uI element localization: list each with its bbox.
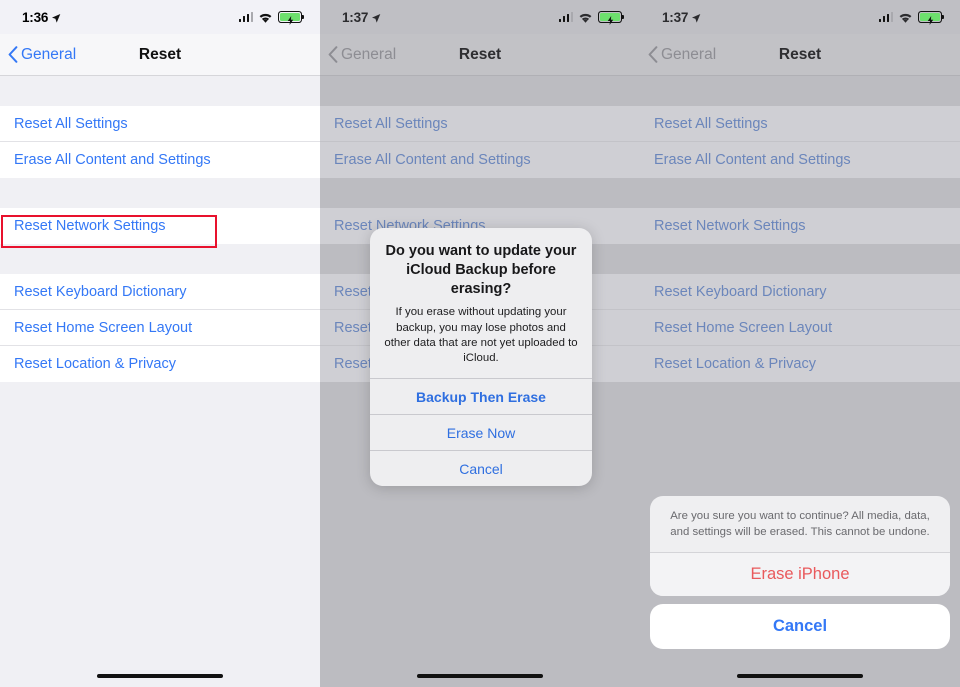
wifi-icon xyxy=(258,12,273,23)
cancel-button[interactable]: Cancel xyxy=(650,604,950,650)
alert-body: Do you want to update your iCloud Backup… xyxy=(370,228,592,378)
chevron-left-icon xyxy=(648,46,658,63)
list-item[interactable]: Reset Network Settings xyxy=(0,208,320,244)
erase-now-button[interactable]: Erase Now xyxy=(370,414,592,450)
list-item[interactable]: Reset Keyboard Dictionary xyxy=(0,274,320,310)
status-bar: 1:36 xyxy=(0,0,320,34)
status-bar-right xyxy=(238,11,305,25)
alert-message: If you erase without updating your backu… xyxy=(384,306,578,364)
cancel-button[interactable]: Cancel xyxy=(370,450,592,486)
status-bar-right xyxy=(878,11,945,25)
status-bar-left: 1:37 xyxy=(662,10,701,25)
settings-content: Reset All Settings Erase All Content and… xyxy=(0,76,320,687)
status-bar-clock: 1:37 xyxy=(662,9,689,25)
back-button-general[interactable]: General xyxy=(640,46,716,64)
backup-then-erase-button[interactable]: Backup Then Erase xyxy=(370,378,592,414)
group-spacer-top xyxy=(640,76,960,106)
location-arrow-icon xyxy=(51,12,61,23)
battery-charging-icon xyxy=(918,11,945,25)
list-item[interactable]: Reset All Settings xyxy=(640,106,960,142)
back-button-label: General xyxy=(661,45,717,63)
chevron-left-icon xyxy=(8,46,18,63)
action-sheet-message: Are you sure you want to continue? All m… xyxy=(670,510,930,538)
settings-group-2: Reset Network Settings xyxy=(0,208,320,244)
content-background xyxy=(0,382,320,687)
three-panel-screenshot-strip: 1:36 General Reset Reset All Settings Er… xyxy=(0,0,960,687)
back-button-general[interactable]: General xyxy=(0,46,76,64)
settings-group-1: Reset All Settings Erase All Content and… xyxy=(640,106,960,178)
list-item[interactable]: Reset Home Screen Layout xyxy=(640,310,960,346)
icloud-backup-alert-dialog: Do you want to update your iCloud Backup… xyxy=(370,228,592,486)
alert-title: Do you want to update your iCloud Backup… xyxy=(385,243,577,298)
back-button-label: General xyxy=(21,45,77,63)
erase-iphone-button[interactable]: Erase iPhone xyxy=(650,552,950,597)
list-item[interactable]: Reset Network Settings xyxy=(640,208,960,244)
list-item[interactable]: Reset Home Screen Layout xyxy=(0,310,320,346)
cellular-signal-icon xyxy=(238,12,253,22)
erase-confirm-action-sheet: Are you sure you want to continue? All m… xyxy=(650,496,950,650)
settings-group-1: Reset All Settings Erase All Content and… xyxy=(0,106,320,178)
wifi-icon xyxy=(898,12,913,23)
settings-group-3: Reset Keyboard Dictionary Reset Home Scr… xyxy=(0,274,320,382)
group-spacer-1 xyxy=(640,178,960,208)
list-item[interactable]: Erase All Content and Settings xyxy=(0,142,320,178)
home-indicator xyxy=(0,674,320,678)
phone-panel-settings-list: 1:36 General Reset Reset All Settings Er… xyxy=(0,0,320,687)
battery-charging-icon xyxy=(278,11,305,25)
group-spacer-top xyxy=(0,76,320,106)
group-spacer-2 xyxy=(640,244,960,274)
alert-overlay: Do you want to update your iCloud Backup… xyxy=(320,0,640,687)
settings-group-2: Reset Network Settings xyxy=(640,208,960,244)
list-item[interactable]: Reset Keyboard Dictionary xyxy=(640,274,960,310)
list-item[interactable]: Reset All Settings xyxy=(0,106,320,142)
navigation-bar: General Reset xyxy=(0,34,320,76)
group-spacer-2 xyxy=(0,244,320,274)
phone-panel-icloud-backup-alert: 1:37 General Reset Reset All Settings Er… xyxy=(320,0,640,687)
settings-group-3: Reset Keyboard Dictionary Reset Home Scr… xyxy=(640,274,960,382)
list-item[interactable]: Erase All Content and Settings xyxy=(640,142,960,178)
phone-panel-erase-confirm-sheet: 1:37 General Reset Reset All Settings Er… xyxy=(640,0,960,687)
status-bar-clock: 1:36 xyxy=(22,9,49,25)
cellular-signal-icon xyxy=(878,12,893,22)
status-bar: 1:37 xyxy=(640,0,960,34)
group-spacer-1 xyxy=(0,178,320,208)
status-bar-left: 1:36 xyxy=(22,10,61,25)
location-arrow-icon xyxy=(691,12,701,23)
action-sheet-card: Are you sure you want to continue? All m… xyxy=(650,496,950,597)
home-indicator xyxy=(640,674,960,678)
list-item[interactable]: Reset Location & Privacy xyxy=(0,346,320,382)
navigation-bar: General Reset xyxy=(640,34,960,76)
list-item[interactable]: Reset Location & Privacy xyxy=(640,346,960,382)
